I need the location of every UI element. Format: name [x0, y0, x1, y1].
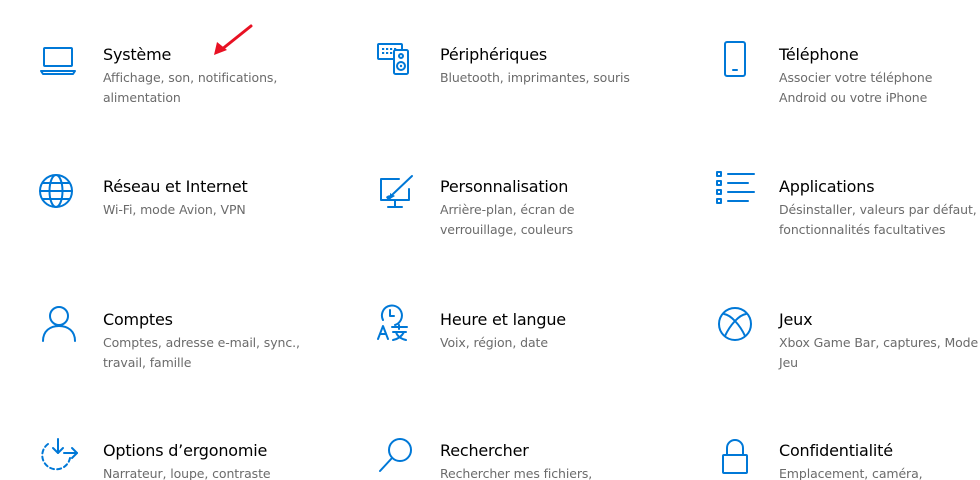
apps-list-icon	[716, 171, 756, 214]
globe-icon	[39, 174, 80, 214]
tile-title: Comptes	[103, 310, 173, 329]
tile-description: Voix, région, date	[440, 335, 548, 350]
tile-title: Personnalisation	[440, 177, 569, 196]
xbox-icon	[716, 307, 756, 347]
person-icon	[40, 306, 80, 347]
tile-description: Affichage, son, notifications, alimentat…	[103, 70, 278, 105]
tile-description: Xbox Game Bar, captures, Mode Jeu	[779, 335, 979, 370]
tile-description: Narrateur, loupe, contraste	[103, 466, 271, 480]
tile-title: Système	[103, 45, 172, 64]
devices-icon	[377, 42, 417, 82]
tile-description: Arrière-plan, écran de verrouillage, cou…	[440, 202, 575, 237]
tile-description: Désinstaller, valeurs par défaut, foncti…	[779, 202, 977, 237]
tile-description: Wi-Fi, mode Avion, VPN	[103, 202, 246, 217]
laptop-icon	[40, 42, 80, 82]
personalization-icon	[377, 174, 417, 214]
tile-title: Confidentialité	[779, 441, 893, 460]
tile-title: Jeux	[779, 310, 813, 329]
tile-title: Options d’ergonomie	[103, 441, 268, 460]
tile-title: Périphériques	[440, 45, 547, 64]
tile-title: Applications	[779, 177, 875, 196]
tile-description: Rechercher mes fichiers,	[440, 466, 593, 480]
tile-description: Bluetooth, imprimantes, souris	[440, 70, 630, 85]
tile-title: Réseau et Internet	[103, 177, 248, 196]
phone-icon	[716, 41, 756, 82]
tile-title: Heure et langue	[440, 310, 566, 329]
tile-description: Associer votre téléphone Android ou votr…	[779, 70, 933, 105]
ease-of-access-icon	[40, 438, 80, 478]
tile-description: Comptes, adresse e-mail, sync., travail,…	[103, 335, 300, 370]
tile-title: Téléphone	[779, 45, 859, 64]
time-language-icon	[377, 304, 417, 347]
tile-title: Rechercher	[440, 441, 529, 460]
settings-grid: Système Affichage, son, notifications, a…	[0, 0, 980, 480]
tile-description: Emplacement, caméra,	[779, 466, 923, 480]
lock-icon	[716, 438, 756, 478]
red-annotation-arrow	[214, 24, 253, 55]
search-icon	[377, 438, 417, 478]
